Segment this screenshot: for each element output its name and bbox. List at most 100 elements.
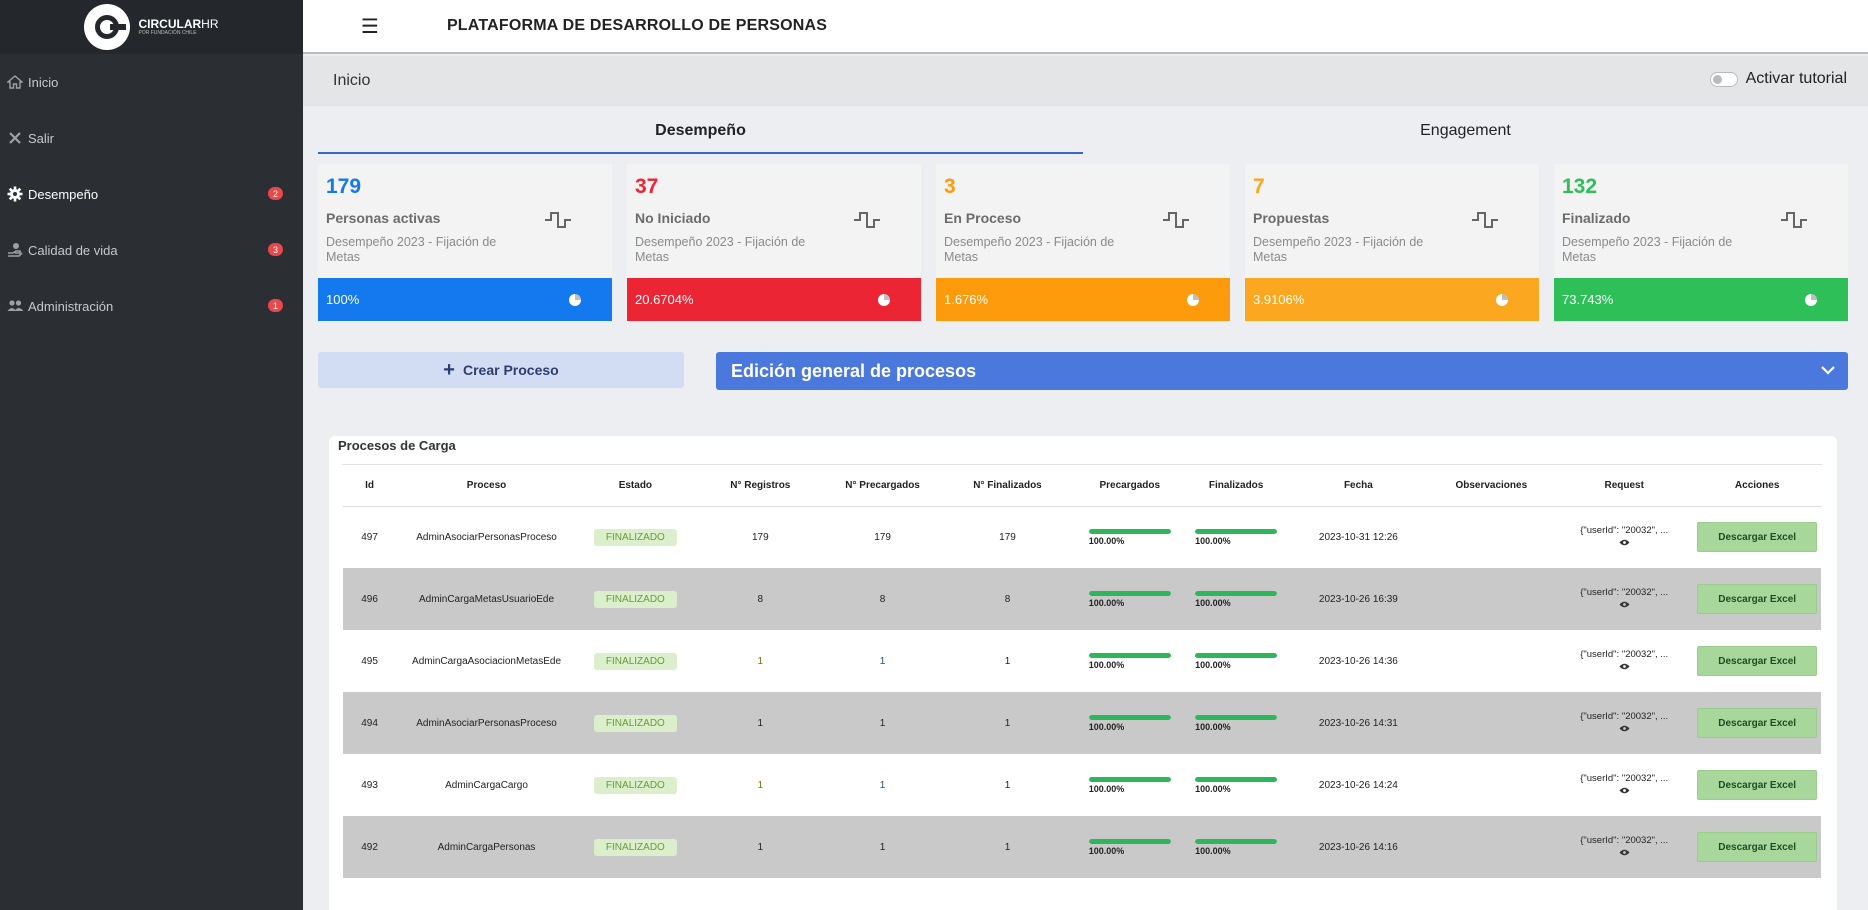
- stat-card-propuestas[interactable]: 7 Propuestas Desempeño 2023 - Fijación d…: [1245, 164, 1539, 321]
- cell-acciones: Descargar Excel: [1693, 816, 1821, 878]
- tutorial-label: Activar tutorial: [1745, 70, 1847, 87]
- col-header-acciones[interactable]: Acciones: [1693, 466, 1821, 507]
- stat-subtitle: Desempeño 2023 - Fijación de Metas: [635, 235, 806, 264]
- stat-percent-bar: 1.676%: [936, 278, 1230, 321]
- progress-fill: [1088, 590, 1171, 596]
- home-icon: [6, 73, 24, 91]
- progress-bar: 100.00%: [1088, 652, 1171, 670]
- eye-icon[interactable]: [1619, 663, 1630, 670]
- cell-precargados: 1: [826, 816, 939, 878]
- cell-registros: 1: [693, 692, 827, 754]
- sidebar-item-desempeno[interactable]: Desempeño 2: [0, 166, 303, 222]
- sidebar-nav: Inicio Salir Desempeño 2 Calidad de vida…: [0, 54, 303, 334]
- descargar-excel-button[interactable]: Descargar Excel: [1697, 770, 1818, 800]
- progress-percent: 100.00%: [1088, 597, 1125, 608]
- stat-percent: 3.9106%: [1253, 292, 1305, 307]
- col-header-precargados[interactable]: Precargados: [1076, 466, 1183, 507]
- col-header-finalizados[interactable]: Finalizados: [1182, 466, 1290, 507]
- col-header-finalizados-num[interactable]: N° Finalizados: [938, 466, 1077, 507]
- request-text: {"userId": "20032", ...: [1580, 711, 1669, 722]
- stat-percent: 100%: [326, 292, 360, 307]
- progress-bar: 100.00%: [1088, 776, 1171, 794]
- brand-name: CIRCULAR: [138, 16, 202, 31]
- crear-proceso-button[interactable]: + Crear Proceso: [318, 352, 684, 388]
- brand-logo[interactable]: CIRCULARHR POR FUNDACIÓN CHILE: [84, 4, 219, 50]
- progress-percent: 100.00%: [1088, 535, 1125, 546]
- tab-desempeno[interactable]: Desempeño: [318, 114, 1083, 154]
- toggle-switch[interactable]: [1709, 71, 1738, 87]
- tab-engagement[interactable]: Engagement: [1083, 114, 1848, 154]
- progress-fill: [1195, 838, 1278, 844]
- stat-card-no-iniciado[interactable]: 37 No Iniciado Desempeño 2023 - Fijación…: [627, 164, 921, 321]
- cell-finalizados: 1: [938, 816, 1077, 878]
- eye-icon[interactable]: [1619, 787, 1630, 794]
- progress-fill: [1088, 776, 1171, 782]
- cell-precargados: 8: [826, 568, 939, 630]
- col-header-precargados-num[interactable]: N° Precargados: [826, 466, 939, 507]
- status-badge: FINALIZADO: [593, 528, 677, 546]
- cell-proceso: AdminAsociarPersonasProceso: [396, 692, 577, 754]
- stat-value: 7: [1253, 175, 1265, 198]
- progress-percent: 100.00%: [1195, 597, 1231, 608]
- eye-icon[interactable]: [1619, 539, 1630, 546]
- descargar-excel-button[interactable]: Descargar Excel: [1697, 832, 1818, 862]
- stat-card-personas-activas[interactable]: 179 Personas activas Desempeño 2023 - Fi…: [318, 164, 612, 321]
- col-header-proceso[interactable]: Proceso: [396, 466, 577, 507]
- app-title: PLATAFORMA DE DESARROLLO DE PERSONAS: [446, 17, 828, 34]
- col-header-fecha[interactable]: Fecha: [1289, 466, 1428, 507]
- panel-title: Procesos de Carga: [338, 436, 456, 464]
- cell-registros: 8: [693, 568, 827, 630]
- cell-estado: FINALIZADO: [576, 692, 694, 754]
- progress-percent: 100.00%: [1195, 659, 1231, 670]
- procesos-panel: Procesos de Carga Id Proceso Estado N° R…: [329, 436, 1837, 910]
- cell-observaciones: [1428, 630, 1556, 692]
- sidebar-item-label: Inicio: [28, 74, 59, 90]
- cell-finalizados: 8: [938, 568, 1077, 630]
- cell-precargados: 1: [879, 779, 886, 791]
- logo-icon: [84, 4, 131, 50]
- cell-precargados-progress: 100.00%: [1076, 816, 1183, 878]
- sidebar-item-inicio[interactable]: Inicio: [0, 54, 303, 110]
- col-header-observaciones[interactable]: Observaciones: [1427, 466, 1556, 507]
- pie-chart-icon: [1496, 294, 1508, 306]
- progress-fill: [1088, 714, 1171, 720]
- cell-request: {"userId": "20032", ...: [1555, 692, 1694, 754]
- breadcrumb[interactable]: Inicio: [333, 72, 370, 90]
- col-header-estado[interactable]: Estado: [576, 466, 694, 507]
- descargar-excel-button[interactable]: Descargar Excel: [1697, 522, 1818, 553]
- stat-card-finalizado[interactable]: 132 Finalizado Desempeño 2023 - Fijación…: [1554, 164, 1848, 321]
- col-header-registros[interactable]: N° Registros: [693, 466, 827, 507]
- col-header-request[interactable]: Request: [1555, 466, 1694, 507]
- pulse-icon: [854, 212, 880, 228]
- status-badge: FINALIZADO: [593, 838, 677, 856]
- users-icon: [6, 297, 24, 315]
- sidebar-item-calidad-de-vida[interactable]: Calidad de vida 3: [0, 222, 303, 278]
- cell-request: {"userId": "20032", ...: [1555, 630, 1693, 692]
- progress-bar: 100.00%: [1195, 590, 1278, 608]
- cell-finalizados: 1: [1004, 655, 1011, 667]
- panel-title-text: Procesos de Carga: [338, 438, 456, 453]
- cell-finalizados: 179: [999, 531, 1016, 543]
- edicion-general-accordion[interactable]: Edición general de procesos: [716, 352, 1848, 390]
- crear-proceso-label: Crear Proceso: [462, 362, 559, 378]
- tutorial-toggle[interactable]: Activar tutorial: [1709, 70, 1847, 88]
- pie-chart-icon: [1805, 294, 1817, 306]
- sidebar-item-administracion[interactable]: Administración 1: [0, 278, 303, 334]
- cell-proceso: AdminCargaPersonas: [396, 816, 577, 878]
- hamburger-menu-icon[interactable]: ☰: [361, 14, 379, 39]
- cell-acciones: Descargar Excel: [1693, 630, 1821, 692]
- sidebar: CIRCULARHR POR FUNDACIÓN CHILE Inicio Sa…: [0, 0, 303, 910]
- col-header-id[interactable]: Id: [343, 466, 397, 507]
- stat-card-en-proceso[interactable]: 3 En Proceso Desempeño 2023 - Fijación d…: [936, 164, 1230, 321]
- table-row: 497 AdminAsociarPersonasProceso FINALIZA…: [343, 506, 1821, 568]
- eye-icon[interactable]: [1619, 725, 1630, 732]
- eye-icon[interactable]: [1619, 849, 1630, 856]
- descargar-excel-button[interactable]: Descargar Excel: [1697, 646, 1818, 676]
- cell-proceso: AdminCargaAsociacionMetasEde: [412, 655, 562, 667]
- cell-registros: 179: [751, 531, 769, 543]
- descargar-excel-button[interactable]: Descargar Excel: [1697, 708, 1818, 738]
- sidebar-item-salir[interactable]: Salir: [0, 110, 303, 166]
- request-text: {"userId": "20032", ...: [1580, 587, 1669, 598]
- descargar-excel-button[interactable]: Descargar Excel: [1697, 584, 1818, 614]
- eye-icon[interactable]: [1619, 601, 1630, 608]
